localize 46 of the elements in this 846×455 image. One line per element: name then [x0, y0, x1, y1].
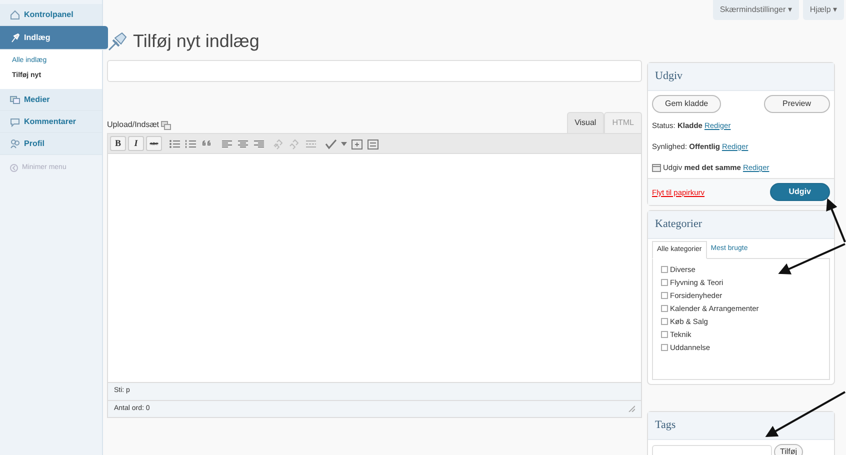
- save-draft-button[interactable]: Gem kladde: [652, 94, 722, 112]
- fullscreen-icon[interactable]: [350, 138, 364, 150]
- align-center-icon[interactable]: [236, 138, 250, 150]
- speech-bubble-icon: [10, 116, 20, 126]
- page-title: Tilføj nyt indlæg: [133, 30, 260, 53]
- calendar-icon: [652, 163, 661, 172]
- people-icon: [10, 138, 20, 148]
- pin-icon: [10, 32, 20, 42]
- resize-handle-icon[interactable]: [627, 404, 635, 412]
- editor-tab[interactable]: Visual: [566, 112, 604, 133]
- checkbox[interactable]: [661, 279, 668, 286]
- pushpin-icon: [107, 30, 129, 52]
- upload-label[interactable]: Upload/Indsæt: [107, 119, 160, 131]
- panel-title: Kategorier: [648, 211, 834, 239]
- bold-button[interactable]: B: [110, 136, 126, 151]
- publish-button[interactable]: Udgiv: [770, 183, 830, 202]
- title-field[interactable]: [107, 60, 642, 82]
- sidebar-item[interactable]: Kommentarer: [0, 111, 102, 133]
- home-icon: [10, 10, 20, 20]
- align-right-icon[interactable]: [252, 138, 266, 150]
- checkbox[interactable]: [661, 344, 668, 352]
- collapse-icon[interactable]: [10, 164, 18, 172]
- bullet-list-icon[interactable]: [168, 138, 182, 150]
- preview-button[interactable]: Preview: [764, 94, 830, 112]
- panel-title: Udgiv: [648, 63, 834, 90]
- sidebar-item[interactable]: Profil: [0, 133, 102, 155]
- media-icon[interactable]: [161, 120, 172, 130]
- media-icon: [10, 94, 20, 104]
- panel-title: Tags: [648, 412, 834, 440]
- sidebar-item[interactable]: Kontrolpanel: [0, 4, 102, 26]
- checkbox[interactable]: [661, 318, 668, 326]
- sidebar-item[interactable]: Indlæg: [0, 26, 108, 50]
- header-tab-button[interactable]: Skærmindstillinger ▾: [712, 0, 799, 20]
- more-tag-icon[interactable]: [304, 138, 318, 150]
- checkbox[interactable]: [661, 305, 668, 312]
- header-tab-button[interactable]: Hjælp ▾: [802, 0, 844, 20]
- checkbox[interactable]: [661, 331, 668, 338]
- kitchen-sink-icon[interactable]: [366, 138, 380, 150]
- align-left-icon[interactable]: [220, 138, 234, 150]
- checkbox[interactable]: [661, 292, 668, 300]
- checkbox[interactable]: [661, 266, 668, 274]
- italic-button[interactable]: I: [128, 136, 144, 151]
- numbered-list-icon[interactable]: [184, 138, 198, 150]
- spellcheck-icon[interactable]: [324, 138, 338, 150]
- tag-input-field[interactable]: [652, 444, 772, 455]
- sidebar-item[interactable]: Medier: [0, 89, 102, 111]
